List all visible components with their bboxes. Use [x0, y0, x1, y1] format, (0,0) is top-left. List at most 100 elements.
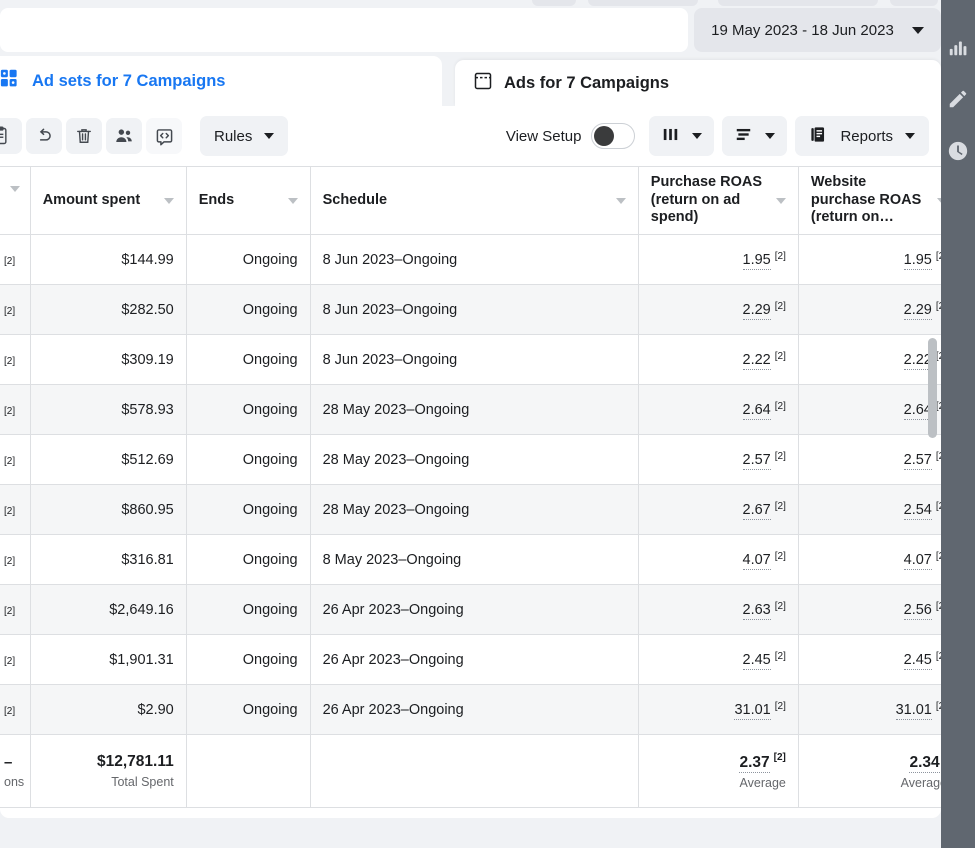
table-footer: – ons $12,781.11 Total Spent 2.37 [2] Ave…: [0, 734, 941, 808]
reports-button[interactable]: Reports: [795, 116, 929, 156]
undo-button[interactable]: [26, 118, 62, 154]
cell-website-purchase-roas: 2.56[2]: [798, 584, 941, 635]
column-header-ends[interactable]: Ends: [186, 166, 311, 235]
totals-amount-spent-sub: Total Spent: [111, 775, 174, 789]
cell-purchase-roas: 2.57 [2]: [638, 434, 799, 485]
column-header-amount-spent[interactable]: Amount spent: [30, 166, 187, 235]
page-bottom-strip: [0, 834, 941, 848]
cell-website-purchase-roas: 31.01[2]: [798, 684, 941, 735]
cell-ref: [2]: [0, 434, 31, 485]
cell-purchase-roas: 2.45 [2]: [638, 634, 799, 685]
rules-label: Rules: [214, 127, 253, 145]
cell-schedule: 28 May 2023–Ongoing: [310, 384, 639, 435]
column-header-website-purchase-roas[interactable]: Website purchase ROAS (return on…: [798, 166, 941, 235]
columns-icon: [661, 125, 680, 148]
cell-schedule: 26 Apr 2023–Ongoing: [310, 634, 639, 685]
table-row[interactable]: [2] $2,649.16 Ongoing 26 Apr 2023–Ongoing 2.…: [0, 584, 941, 635]
right-rail: [941, 0, 975, 848]
ab-test-button[interactable]: [146, 118, 182, 154]
data-table-scroll[interactable]: Amount spent Ends Schedule Purchase ROAS…: [0, 166, 941, 818]
cell-amount-spent: $144.99: [30, 234, 187, 285]
table-row[interactable]: [2] $1,901.31 Ongoing 26 Apr 2023–Ongoing 2.…: [0, 634, 941, 685]
duplicate-button[interactable]: [0, 118, 22, 154]
chevron-down-icon[interactable]: [937, 197, 941, 204]
pencil-icon[interactable]: [947, 88, 969, 110]
clock-icon[interactable]: [947, 140, 969, 162]
table-row[interactable]: [2] $316.81 Ongoing 8 May 2023–Ongoing 4.07[…: [0, 534, 941, 585]
table-row[interactable]: [2] $578.93 Ongoing 28 May 2023–Ongoing 2.64…: [0, 384, 941, 435]
column-header-purchase-roas[interactable]: Purchase ROAS (return on ad spend): [638, 166, 799, 235]
cell-schedule: 8 Jun 2023–Ongoing: [310, 284, 639, 335]
ghost-chip-4: [890, 0, 938, 6]
cell-schedule: 8 Jun 2023–Ongoing: [310, 234, 639, 285]
ghost-chip-2: [588, 0, 698, 6]
ghost-chip-1: [532, 0, 576, 6]
cell-purchase-roas: 4.07 [2]: [638, 534, 799, 585]
cell-ref: [2]: [0, 334, 31, 385]
cell-ref: [2]: [0, 534, 31, 585]
column-label-purchase-roas: Purchase ROAS (return on ad spend): [650, 173, 763, 226]
table-row[interactable]: [2] $282.50 Ongoing 8 Jun 2023–Ongoing 2.29[…: [0, 284, 941, 335]
tab-adsets[interactable]: Ad sets for 7 Campaigns: [0, 56, 442, 106]
ghost-chip-3: [718, 0, 878, 6]
top-strip: 19 May 2023 - 18 Jun 2023: [0, 0, 941, 54]
chevron-down-icon[interactable]: [615, 197, 626, 204]
table-row[interactable]: [2] $2.90 Ongoing 26 Apr 2023–Ongoing 31.01[…: [0, 684, 941, 735]
cell-website-purchase-roas: 2.54[2]: [798, 484, 941, 535]
vertical-scrollbar-thumb[interactable]: [928, 338, 937, 438]
bar-chart-icon[interactable]: [947, 36, 969, 58]
chevron-down-icon[interactable]: [163, 197, 174, 204]
totals-website-purchase-roas-value: 2.34[: [909, 753, 940, 773]
cell-ends: Ongoing: [186, 534, 311, 585]
audience-button[interactable]: [106, 118, 142, 154]
column-label-amount-spent: Amount spent: [42, 191, 141, 208]
search-input[interactable]: [0, 8, 688, 52]
tab-ads[interactable]: Ads for 7 Campaigns: [455, 60, 941, 106]
column-label-schedule: Schedule: [322, 191, 388, 208]
cell-website-purchase-roas: 2.57[2]: [798, 434, 941, 485]
totals-amount-spent-value: $12,781.11: [97, 753, 174, 770]
table-row[interactable]: [2] $144.99 Ongoing 8 Jun 2023–Ongoing 1.95[…: [0, 234, 941, 285]
cell-ref: [2]: [0, 634, 31, 685]
cell-ends: Ongoing: [186, 584, 311, 635]
column-header-ref[interactable]: [0, 166, 31, 235]
chevron-down-icon[interactable]: [287, 197, 298, 204]
cell-purchase-roas: 1.95 [2]: [638, 234, 799, 285]
chevron-down-icon[interactable]: [775, 197, 786, 204]
table-row[interactable]: [2] $860.95 Ongoing 28 May 2023–Ongoing 2.67…: [0, 484, 941, 535]
cell-schedule: 28 May 2023–Ongoing: [310, 434, 639, 485]
table-row[interactable]: [2] $512.69 Ongoing 28 May 2023–Ongoing 2.57…: [0, 434, 941, 485]
table-row[interactable]: [2] $309.19 Ongoing 8 Jun 2023–Ongoing 2.22[…: [0, 334, 941, 385]
cell-website-purchase-roas: 4.07[2]: [798, 534, 941, 585]
cell-website-purchase-roas: 2.22[2]: [798, 334, 941, 385]
column-header-schedule[interactable]: Schedule: [310, 166, 639, 235]
rules-button[interactable]: Rules: [200, 116, 289, 156]
totals-row: – ons $12,781.11 Total Spent 2.37 [2] Ave…: [0, 734, 941, 808]
reports-label: Reports: [840, 127, 893, 145]
chevron-down-icon: [911, 26, 924, 34]
breakdown-button[interactable]: [722, 116, 788, 156]
totals-ref-value: –: [4, 753, 13, 771]
totals-amount-spent-cell: $12,781.11 Total Spent: [30, 734, 187, 808]
cell-ends: Ongoing: [186, 484, 311, 535]
cell-amount-spent: $309.19: [30, 334, 187, 385]
delete-button[interactable]: [66, 118, 102, 154]
date-range-picker[interactable]: 19 May 2023 - 18 Jun 2023: [694, 8, 941, 52]
cell-ends: Ongoing: [186, 634, 311, 685]
toolbar: Rules View Setup Reports: [0, 106, 941, 166]
cell-schedule: 8 Jun 2023–Ongoing: [310, 334, 639, 385]
cell-amount-spent: $578.93: [30, 384, 187, 435]
chevron-down-icon[interactable]: [9, 185, 20, 208]
view-setup-toggle[interactable]: [591, 123, 636, 149]
totals-purchase-roas-sub: Average: [739, 775, 786, 790]
columns-button[interactable]: [649, 116, 715, 156]
chevron-down-icon: [264, 133, 275, 139]
cell-purchase-roas: 2.64 [2]: [638, 384, 799, 435]
cell-amount-spent: $860.95: [30, 484, 187, 535]
cell-ends: Ongoing: [186, 684, 311, 735]
view-setup-control: View Setup: [506, 123, 636, 149]
ad-window-icon: [473, 71, 493, 96]
view-setup-label: View Setup: [505, 127, 582, 145]
cell-website-purchase-roas: 2.29[2]: [798, 284, 941, 335]
table-body: [2] $144.99 Ongoing 8 Jun 2023–Ongoing 1.95[…: [0, 234, 941, 735]
